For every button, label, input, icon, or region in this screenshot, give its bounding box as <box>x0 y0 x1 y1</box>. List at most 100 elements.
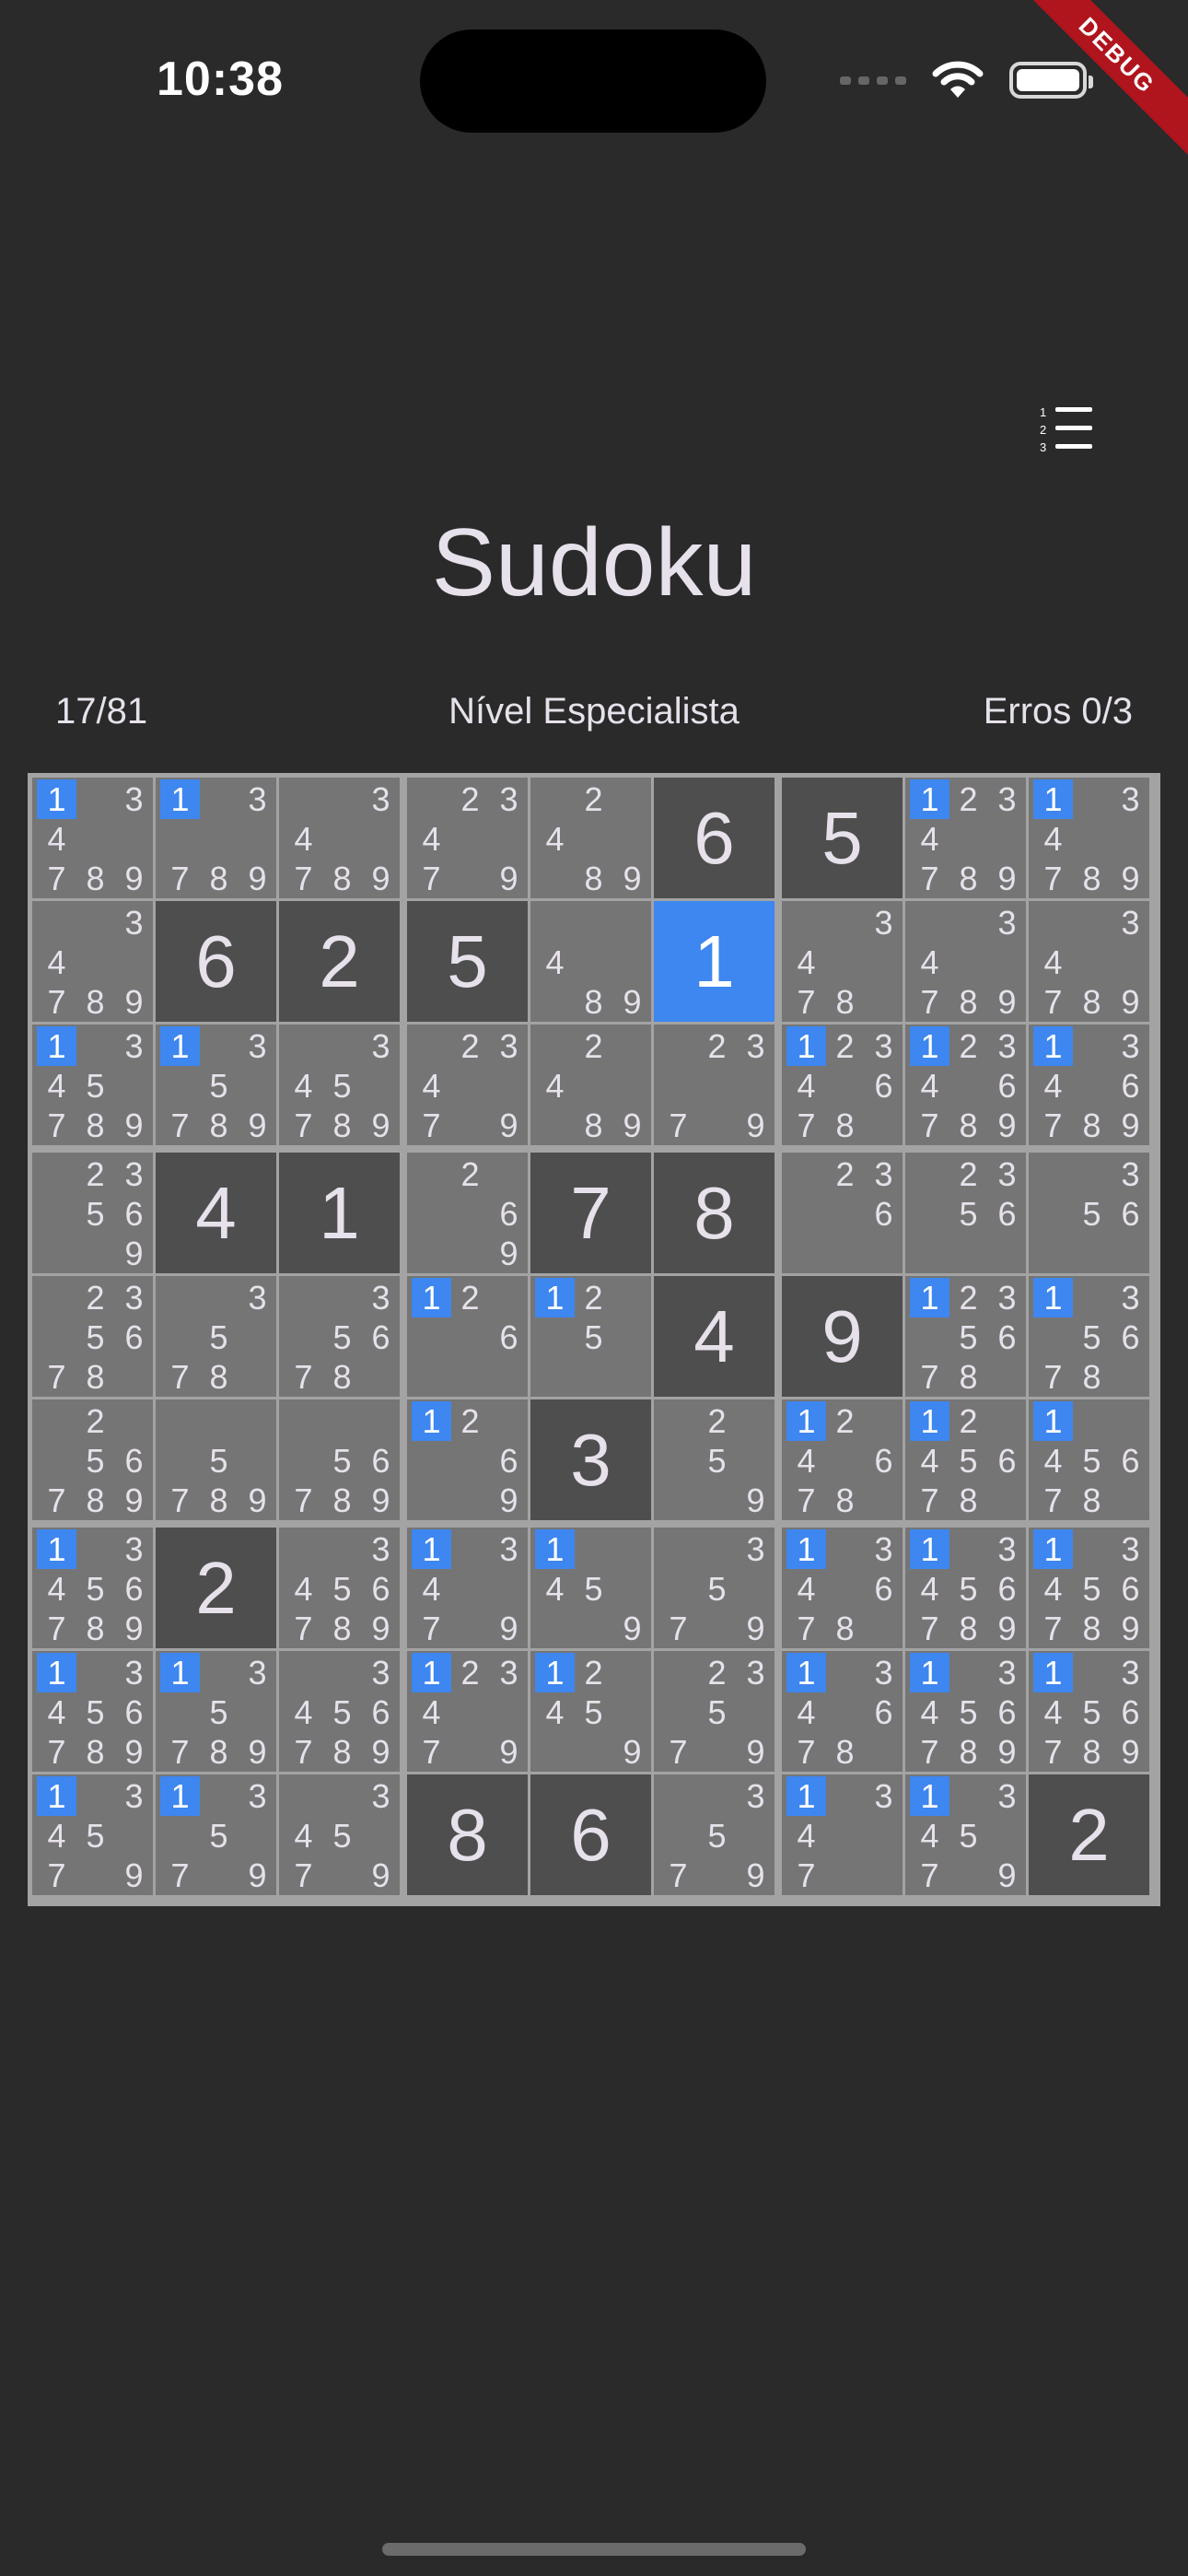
sudoku-cell[interactable]: 8 <box>407 1774 528 1895</box>
sudoku-cell[interactable]: 1456 78 <box>1029 1399 1149 1520</box>
sudoku-cell[interactable]: 1 3 457 9 <box>32 1774 153 1895</box>
sudoku-cell[interactable]: 3 4789 <box>32 901 153 1022</box>
sudoku-cell[interactable]: 1 <box>654 901 775 1022</box>
sudoku-cell[interactable]: 123 4789 <box>905 778 1026 898</box>
sudoku-cell[interactable]: 5 <box>407 901 528 1022</box>
sudoku-cell[interactable]: 269 <box>407 1153 528 1273</box>
sudoku-cell[interactable]: 1459 <box>530 1528 651 1648</box>
sudoku-cell[interactable]: 125 <box>530 1276 651 1397</box>
sudoku-cell[interactable]: 236 <box>782 1153 903 1273</box>
candidate-note: 8 <box>332 1481 352 1519</box>
sudoku-cell[interactable]: 23569 <box>32 1153 153 1273</box>
sudoku-cell[interactable]: 357 9 <box>654 1774 775 1895</box>
sudoku-cell[interactable]: 1 357 9 <box>156 1774 276 1895</box>
sudoku-cell[interactable]: 3 45789 <box>279 1025 400 1145</box>
sudoku-cell[interactable]: 1 35789 <box>156 1025 276 1145</box>
sudoku-cell[interactable]: 357 9 <box>654 1528 775 1648</box>
sudoku-cell[interactable]: 8 <box>654 1153 775 1273</box>
cell-value: 8 <box>447 1793 488 1876</box>
sudoku-cell[interactable]: 2 <box>1029 1774 1149 1895</box>
sudoku-cell[interactable]: 489 <box>530 901 651 1022</box>
sudoku-cell[interactable]: 1 3 4 6 78 <box>782 1651 903 1772</box>
sudoku-cell[interactable]: 56 789 <box>279 1399 400 1520</box>
sudoku-cell[interactable]: 126 <box>407 1276 528 1397</box>
candidate-note: 2 <box>835 1402 855 1440</box>
sudoku-cell[interactable]: 3 457 9 <box>279 1774 400 1895</box>
sudoku-cell[interactable]: 1 3 4 6 78 <box>782 1528 903 1648</box>
sudoku-cell[interactable]: 356 78 <box>279 1276 400 1397</box>
sudoku-cell[interactable]: 1 3 457 9 <box>905 1774 1026 1895</box>
candidate-note: 9 <box>124 983 144 1021</box>
sudoku-cell[interactable]: 1269 <box>407 1399 528 1520</box>
sudoku-cell[interactable]: 6 <box>156 901 276 1022</box>
sudoku-cell[interactable]: 2489 <box>530 778 651 898</box>
sudoku-cell[interactable]: 123 47 9 <box>407 1651 528 1772</box>
sudoku-cell[interactable]: 5 <box>782 778 903 898</box>
sudoku-cell[interactable]: 2 <box>279 901 400 1022</box>
sudoku-cell[interactable]: 23 47 9 <box>407 1025 528 1145</box>
candidate-note: 5 <box>209 1067 228 1105</box>
sudoku-cell[interactable]: 256 789 <box>32 1399 153 1520</box>
sudoku-cell[interactable]: 2 <box>156 1528 276 1648</box>
candidate-note: 3 <box>124 1777 144 1815</box>
sudoku-cell[interactable]: 356 <box>1029 1153 1149 1273</box>
sudoku-cell[interactable]: 1 3 456 789 <box>905 1528 1026 1648</box>
sudoku-cell[interactable]: 9 <box>782 1276 903 1397</box>
sudoku-cell[interactable]: 1 3 456 789 <box>1029 1528 1149 1648</box>
sudoku-cell[interactable]: 5789 <box>156 1399 276 1520</box>
sudoku-cell[interactable]: 1 3 456 789 <box>905 1651 1026 1772</box>
candidate-note: 9 <box>623 1610 642 1647</box>
sudoku-cell[interactable]: 1 <box>279 1153 400 1273</box>
sudoku-cell[interactable]: 4 <box>156 1153 276 1273</box>
sudoku-cell[interactable]: 12459 <box>530 1651 651 1772</box>
sudoku-cell[interactable]: 1 356 78 <box>1029 1276 1149 1397</box>
sudoku-cell[interactable]: 3 4789 <box>905 901 1026 1022</box>
sudoku-cell[interactable]: 4 <box>654 1276 775 1397</box>
sudoku-cell[interactable]: 259 <box>654 1399 775 1520</box>
candidate-note: 7 <box>1043 1107 1063 1144</box>
candidate-note: 1 <box>160 1653 200 1692</box>
sudoku-cell[interactable]: 124 6 78 <box>782 1399 903 1520</box>
sudoku-cell[interactable]: 3 4789 <box>279 778 400 898</box>
sudoku-cell[interactable]: 3 4789 <box>1029 901 1149 1022</box>
sudoku-cell[interactable]: 3 456 789 <box>279 1528 400 1648</box>
sudoku-cell[interactable]: 12356 78 <box>905 1276 1026 1397</box>
sudoku-cell[interactable]: 23 7 9 <box>654 1025 775 1145</box>
sudoku-cell[interactable]: 123 4 6 78 <box>782 1025 903 1145</box>
sudoku-cell[interactable]: 1 3 4789 <box>1029 778 1149 898</box>
sudoku-cell[interactable]: 1 35789 <box>156 1651 276 1772</box>
candidate-note: 4 <box>920 943 939 981</box>
sudoku-cell[interactable]: 1 3 789 <box>156 778 276 898</box>
candidate-note: 8 <box>584 983 603 1021</box>
sudoku-cell[interactable]: 123 4 6 789 <box>905 1025 1026 1145</box>
sudoku-cell[interactable]: 2356 78 <box>32 1276 153 1397</box>
candidate-note: 5 <box>209 1442 228 1480</box>
sudoku-cell[interactable]: 3 478 <box>782 901 903 1022</box>
page-title: Sudoku <box>431 509 757 616</box>
candidate-note: 8 <box>584 1107 603 1144</box>
candidate-note: 3 <box>124 1654 144 1692</box>
sudoku-cell[interactable]: 1 3 45789 <box>32 1025 153 1145</box>
sudoku-cell[interactable]: 1 3 456 789 <box>32 1651 153 1772</box>
sudoku-cell[interactable]: 2357 9 <box>654 1651 775 1772</box>
sudoku-cell[interactable]: 1 3 4789 <box>32 778 153 898</box>
candidate-note: 2 <box>86 1155 105 1193</box>
sudoku-cell[interactable]: 3 <box>530 1399 651 1520</box>
numbered-list-icon[interactable]: 1 2 3 <box>1037 404 1092 454</box>
sudoku-cell[interactable]: 1 3 456 789 <box>1029 1651 1149 1772</box>
sudoku-cell[interactable]: 1 3 456 789 <box>32 1528 153 1648</box>
sudoku-cell[interactable]: 6 <box>654 778 775 898</box>
sudoku-cell[interactable]: 3578 <box>156 1276 276 1397</box>
sudoku-cell[interactable]: 1 3 47 9 <box>407 1528 528 1648</box>
sudoku-cell[interactable]: 6 <box>530 1774 651 1895</box>
candidate-note: 7 <box>47 1856 66 1894</box>
sudoku-cell[interactable]: 2489 <box>530 1025 651 1145</box>
sudoku-cell[interactable]: 23 47 9 <box>407 778 528 898</box>
sudoku-cell[interactable]: 2356 <box>905 1153 1026 1273</box>
sudoku-cell[interactable]: 3 456 789 <box>279 1651 400 1772</box>
sudoku-cell[interactable]: 12456 78 <box>905 1399 1026 1520</box>
sudoku-cell[interactable]: 1 3 4 6 789 <box>1029 1025 1149 1145</box>
candidate-note: 8 <box>209 860 228 897</box>
sudoku-cell[interactable]: 7 <box>530 1153 651 1273</box>
sudoku-cell[interactable]: 1 3 47 <box>782 1774 903 1895</box>
